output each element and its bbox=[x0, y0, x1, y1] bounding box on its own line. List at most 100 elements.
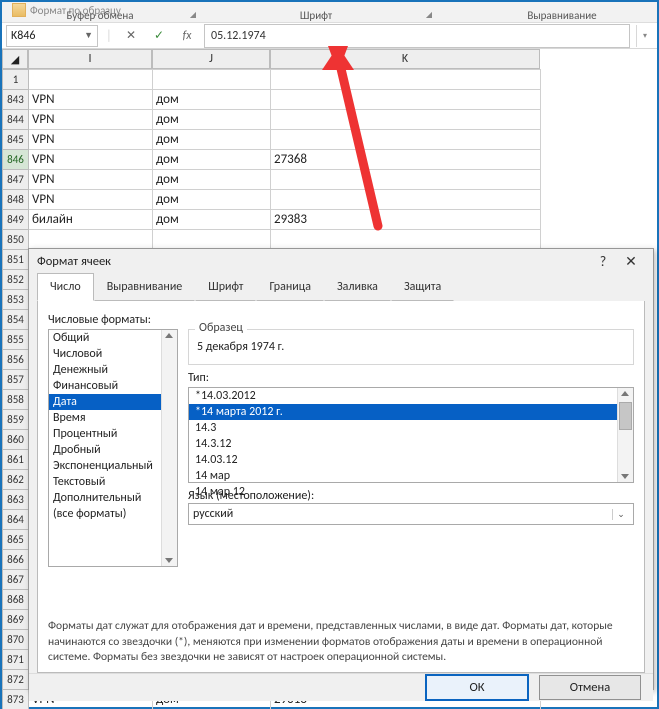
list-item[interactable]: Дата bbox=[49, 394, 161, 410]
list-item[interactable]: Время bbox=[49, 410, 161, 426]
list-item[interactable]: (все форматы) bbox=[49, 506, 161, 522]
row-header[interactable]: 871 bbox=[3, 650, 29, 670]
row-header[interactable]: 860 bbox=[3, 430, 29, 450]
row-header[interactable]: 866 bbox=[3, 550, 29, 570]
category-list[interactable]: ОбщийЧисловойДенежныйФинансовыйДатаВремя… bbox=[48, 329, 178, 567]
cell[interactable]: VPN bbox=[29, 130, 153, 150]
list-item[interactable]: *14 марта 2012 г. bbox=[189, 404, 617, 420]
row-header[interactable]: 868 bbox=[3, 590, 29, 610]
cell[interactable]: дом bbox=[153, 90, 271, 110]
list-item[interactable]: 14 мар bbox=[189, 468, 617, 484]
list-item[interactable]: Экспоненциальный bbox=[49, 458, 161, 474]
row-header[interactable]: 854 bbox=[3, 310, 29, 330]
cell[interactable]: 29383 bbox=[271, 210, 541, 230]
row-header[interactable]: 864 bbox=[3, 510, 29, 530]
list-item[interactable]: Общий bbox=[49, 330, 161, 346]
row-header[interactable]: 853 bbox=[3, 290, 29, 310]
list-item[interactable]: Текстовый bbox=[49, 474, 161, 490]
cell[interactable] bbox=[271, 130, 541, 150]
row-header[interactable]: 850 bbox=[3, 230, 29, 250]
chevron-down-icon[interactable]: ▼ bbox=[84, 30, 93, 41]
cell[interactable]: VPN bbox=[29, 110, 153, 130]
cell[interactable] bbox=[271, 190, 541, 210]
help-button[interactable]: ? bbox=[589, 249, 617, 273]
row-header[interactable]: 872 bbox=[3, 670, 29, 690]
row-header[interactable]: 862 bbox=[3, 470, 29, 490]
dialog-launcher-icon[interactable]: ◢ bbox=[190, 10, 196, 20]
cell[interactable]: VPN bbox=[29, 190, 153, 210]
chevron-down-icon[interactable]: ⌄ bbox=[612, 509, 629, 520]
row-header[interactable]: 861 bbox=[3, 450, 29, 470]
cell[interactable]: VPN bbox=[29, 90, 153, 110]
list-item[interactable]: *14.03.2012 bbox=[189, 388, 617, 404]
cell[interactable]: дом bbox=[153, 170, 271, 190]
row-header[interactable]: 857 bbox=[3, 370, 29, 390]
list-item[interactable]: Дробный bbox=[49, 442, 161, 458]
tab-число[interactable]: Число bbox=[37, 273, 94, 301]
list-item[interactable]: Числовой bbox=[49, 346, 161, 362]
row-header[interactable]: 849 bbox=[3, 210, 29, 230]
cell[interactable]: дом bbox=[153, 150, 271, 170]
formula-bar[interactable]: 05.12.1974 bbox=[204, 24, 630, 48]
row-header[interactable]: 873 bbox=[3, 690, 29, 709]
list-item[interactable]: 14.3.12 bbox=[189, 436, 617, 452]
row-header[interactable]: 859 bbox=[3, 410, 29, 430]
scrollbar[interactable] bbox=[617, 388, 633, 482]
select-all-corner[interactable]: ◢ bbox=[2, 49, 28, 69]
row-header[interactable]: 851 bbox=[3, 250, 29, 270]
tab-выравнивание[interactable]: Выравнивание bbox=[94, 273, 196, 301]
scrollbar[interactable] bbox=[161, 330, 177, 566]
tab-шрифт[interactable]: Шрифт bbox=[195, 273, 256, 301]
row-header[interactable]: 865 bbox=[3, 530, 29, 550]
expand-formula-bar-icon[interactable]: ▾ bbox=[636, 25, 653, 47]
list-item[interactable]: 14.03.12 bbox=[189, 452, 617, 468]
row-header[interactable]: 863 bbox=[3, 490, 29, 510]
row-header[interactable]: 845 bbox=[3, 130, 29, 150]
row-header[interactable]: 856 bbox=[3, 350, 29, 370]
check-icon[interactable]: ✓ bbox=[148, 25, 170, 47]
close-icon[interactable]: ✕ bbox=[617, 249, 645, 273]
name-box[interactable]: K846 ▼ bbox=[6, 25, 98, 47]
cell[interactable]: VPN bbox=[29, 170, 153, 190]
type-list[interactable]: *14.03.2012*14 марта 2012 г.14.314.3.121… bbox=[188, 387, 634, 483]
dialog-launcher-icon[interactable]: ◢ bbox=[426, 10, 432, 20]
row-header[interactable]: 843 bbox=[3, 90, 29, 110]
cell[interactable]: дом bbox=[153, 130, 271, 150]
cell[interactable]: VPN bbox=[29, 150, 153, 170]
row-header[interactable]: 858 bbox=[3, 390, 29, 410]
list-item[interactable]: Денежный bbox=[49, 362, 161, 378]
cancel-icon[interactable]: ✕ bbox=[120, 25, 142, 47]
cell[interactable] bbox=[271, 70, 541, 90]
cell[interactable] bbox=[153, 70, 271, 90]
cell[interactable] bbox=[29, 230, 153, 250]
list-item[interactable]: 14.3 bbox=[189, 420, 617, 436]
column-header-I[interactable]: I bbox=[28, 49, 152, 69]
column-header-J[interactable]: J bbox=[152, 49, 270, 69]
row-header[interactable]: 844 bbox=[3, 110, 29, 130]
row-header[interactable]: 847 bbox=[3, 170, 29, 190]
cell[interactable]: дом bbox=[153, 210, 271, 230]
cell[interactable] bbox=[271, 90, 541, 110]
locale-combo[interactable]: русский ⌄ bbox=[188, 503, 634, 525]
cell[interactable]: 27368 bbox=[271, 150, 541, 170]
row-header[interactable]: 855 bbox=[3, 330, 29, 350]
list-item[interactable]: Финансовый bbox=[49, 378, 161, 394]
cell[interactable] bbox=[271, 230, 541, 250]
cell[interactable]: дом bbox=[153, 190, 271, 210]
tab-защита[interactable]: Защита bbox=[391, 273, 454, 301]
ok-button[interactable]: ОК bbox=[425, 674, 529, 701]
cell[interactable] bbox=[29, 70, 153, 90]
row-header[interactable]: 852 bbox=[3, 270, 29, 290]
cancel-button[interactable]: Отмена bbox=[539, 675, 641, 700]
cell[interactable]: билайн bbox=[29, 210, 153, 230]
cell[interactable] bbox=[153, 230, 271, 250]
row-header[interactable]: 869 bbox=[3, 610, 29, 630]
tab-граница[interactable]: Граница bbox=[256, 273, 324, 301]
row-header[interactable]: 867 bbox=[3, 570, 29, 590]
column-header-K[interactable]: K bbox=[270, 49, 540, 69]
list-item[interactable]: Процентный bbox=[49, 426, 161, 442]
tab-заливка[interactable]: Заливка bbox=[324, 273, 391, 301]
row-header[interactable]: 848 bbox=[3, 190, 29, 210]
cell[interactable] bbox=[271, 170, 541, 190]
row-header[interactable]: 870 bbox=[3, 630, 29, 650]
